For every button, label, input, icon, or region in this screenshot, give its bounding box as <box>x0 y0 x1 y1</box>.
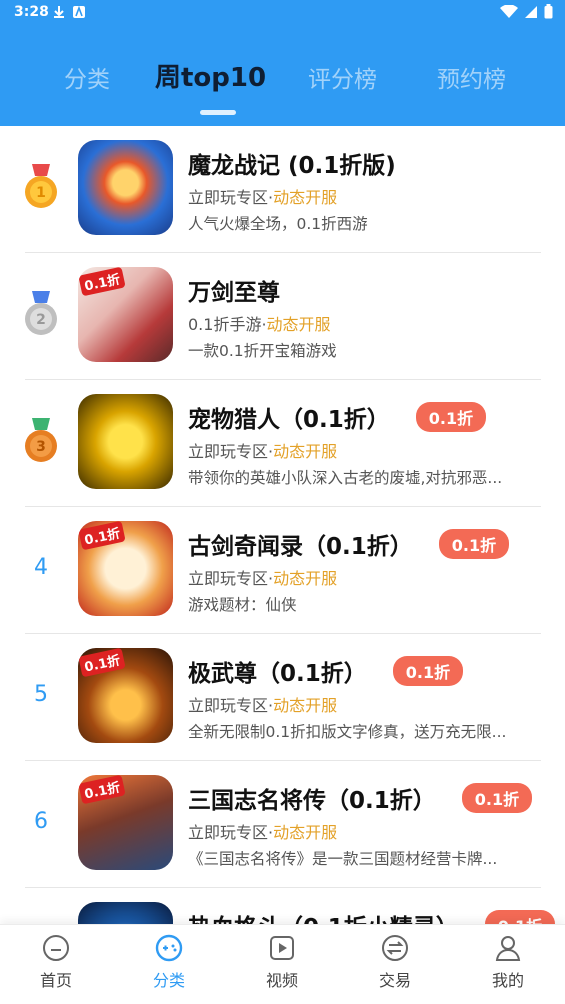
discount-badge: 0.1折 <box>461 783 533 813</box>
game-meta: 立即玩专区·动态开服 <box>188 696 338 715</box>
game-description: 一款0.1折开宝箱游戏 <box>188 342 337 360</box>
home-icon <box>43 935 69 961</box>
game-icon[interactable]: 0.1折 <box>78 775 173 870</box>
game-list: 1 魔龙战记 (0.1折版) 立即玩专区·动态开服 人气火爆全场，0.1折西游 … <box>0 126 565 924</box>
nav-label: 我的 <box>491 971 524 990</box>
signal-icon <box>525 5 537 18</box>
nav-label: 交易 <box>378 971 411 990</box>
trade-icon <box>382 935 408 961</box>
discount-badge: 0.1折 <box>415 402 487 432</box>
tab-rating[interactable]: 评分榜 <box>308 60 377 94</box>
game-title[interactable]: 热血格斗（0.1折小精灵） <box>188 908 459 924</box>
tab-reservation[interactable]: 预约榜 <box>437 60 506 94</box>
battery-icon <box>544 4 553 19</box>
game-title[interactable]: 魔龙战记 (0.1折版) <box>188 146 396 180</box>
discount-badge: 0.1折 <box>438 529 510 559</box>
rank-number: 4 <box>34 555 48 580</box>
status-time: 3:28 <box>14 4 49 20</box>
list-item[interactable]: 1 魔龙战记 (0.1折版) 立即玩专区·动态开服 人气火爆全场，0.1折西游 <box>0 126 565 253</box>
game-meta: 0.1折手游·动态开服 <box>188 315 331 334</box>
game-title[interactable]: 万剑至尊 <box>188 273 280 307</box>
gold-medal-icon: 1 <box>25 164 57 208</box>
game-meta: 立即玩专区·动态开服 <box>188 188 338 207</box>
list-item[interactable]: 5 0.1折 极武尊（0.1折） 0.1折 立即玩专区·动态开服 全新无限制0.… <box>0 634 565 761</box>
nav-label: 视频 <box>265 971 298 990</box>
nav-home[interactable]: 首页 <box>16 933 96 991</box>
nav-label: 首页 <box>39 971 72 990</box>
game-icon[interactable]: 0.1折 <box>78 521 173 616</box>
active-tab-indicator <box>200 110 236 115</box>
game-description: 全新无限制0.1折扣版文字修真，送万充无限... <box>188 723 507 741</box>
status-bar: 3:28 <box>0 0 565 26</box>
meta-highlight: 动态开服 <box>273 696 338 715</box>
game-meta: 立即玩专区·动态开服 <box>188 823 338 842</box>
nav-category[interactable]: 分类 <box>129 933 209 991</box>
tab-category[interactable]: 分类 <box>64 60 110 94</box>
game-icon[interactable]: 0.1折 <box>78 267 173 362</box>
video-icon <box>270 936 294 960</box>
game-title[interactable]: 三国志名将传（0.1折） <box>188 781 436 815</box>
game-description: 游戏题材：仙侠 <box>188 596 297 614</box>
list-item[interactable]: 4 0.1折 古剑奇闻录（0.1折） 0.1折 立即玩专区·动态开服 游戏题材：… <box>0 507 565 634</box>
bronze-medal-icon: 3 <box>25 418 57 462</box>
svg-text:3: 3 <box>36 439 46 455</box>
rank-number: 5 <box>34 682 48 707</box>
download-icon <box>54 6 64 18</box>
game-description: 《三国志名将传》是一款三国题材经营卡牌... <box>188 850 498 868</box>
discount-badge: 0.1折 <box>484 910 556 924</box>
rank-number: 6 <box>34 809 48 834</box>
list-item[interactable]: 热血格斗（0.1折小精灵） 0.1折 <box>0 888 565 924</box>
silver-medal-icon: 2 <box>25 291 57 335</box>
game-icon[interactable]: 0.1折 <box>78 648 173 743</box>
discount-badge: 0.1折 <box>392 656 464 686</box>
game-meta: 立即玩专区·动态开服 <box>188 569 338 588</box>
ranking-tabs: 分类 周top10 评分榜 预约榜 <box>0 60 565 110</box>
meta-highlight: 动态开服 <box>273 188 338 207</box>
svg-text:2: 2 <box>36 312 46 328</box>
game-title[interactable]: 极武尊（0.1折） <box>188 654 367 688</box>
profile-icon <box>495 936 521 961</box>
category-icon <box>155 934 183 962</box>
wifi-icon <box>500 4 518 18</box>
game-title[interactable]: 古剑奇闻录（0.1折） <box>188 527 413 561</box>
list-item[interactable]: 2 0.1折 万剑至尊 0.1折手游·动态开服 一款0.1折开宝箱游戏 <box>0 253 565 380</box>
nav-video[interactable]: 视频 <box>242 933 322 991</box>
game-icon[interactable] <box>78 902 173 924</box>
game-icon[interactable] <box>78 394 173 489</box>
nav-profile[interactable]: 我的 <box>468 933 548 991</box>
notification-icon <box>73 5 85 18</box>
game-meta: 立即玩专区·动态开服 <box>188 442 338 461</box>
game-title[interactable]: 宠物猎人（0.1折） <box>188 400 390 434</box>
tab-weekly-top10[interactable]: 周top10 <box>155 57 266 94</box>
game-description: 人气火爆全场，0.1折西游 <box>188 215 368 233</box>
meta-highlight: 动态开服 <box>266 315 331 334</box>
list-item[interactable]: 3 宠物猎人（0.1折） 0.1折 立即玩专区·动态开服 带领你的英雄小队深入古… <box>0 380 565 507</box>
list-item[interactable]: 6 0.1折 三国志名将传（0.1折） 0.1折 立即玩专区·动态开服 《三国志… <box>0 761 565 888</box>
meta-highlight: 动态开服 <box>273 442 338 461</box>
svg-text:1: 1 <box>36 185 46 201</box>
meta-highlight: 动态开服 <box>273 823 338 842</box>
top-header: 3:28 分类 周top10 评分榜 预约榜 <box>0 0 565 126</box>
bottom-navigation: 首页 分类 视频 交易 我的 <box>0 924 565 1004</box>
meta-highlight: 动态开服 <box>273 569 338 588</box>
nav-trade[interactable]: 交易 <box>355 933 435 991</box>
system-icons <box>500 4 553 19</box>
nav-label: 分类 <box>152 971 185 990</box>
game-icon[interactable] <box>78 140 173 235</box>
game-description: 带领你的英雄小队深入古老的废墟,对抗邪恶... <box>188 469 503 487</box>
